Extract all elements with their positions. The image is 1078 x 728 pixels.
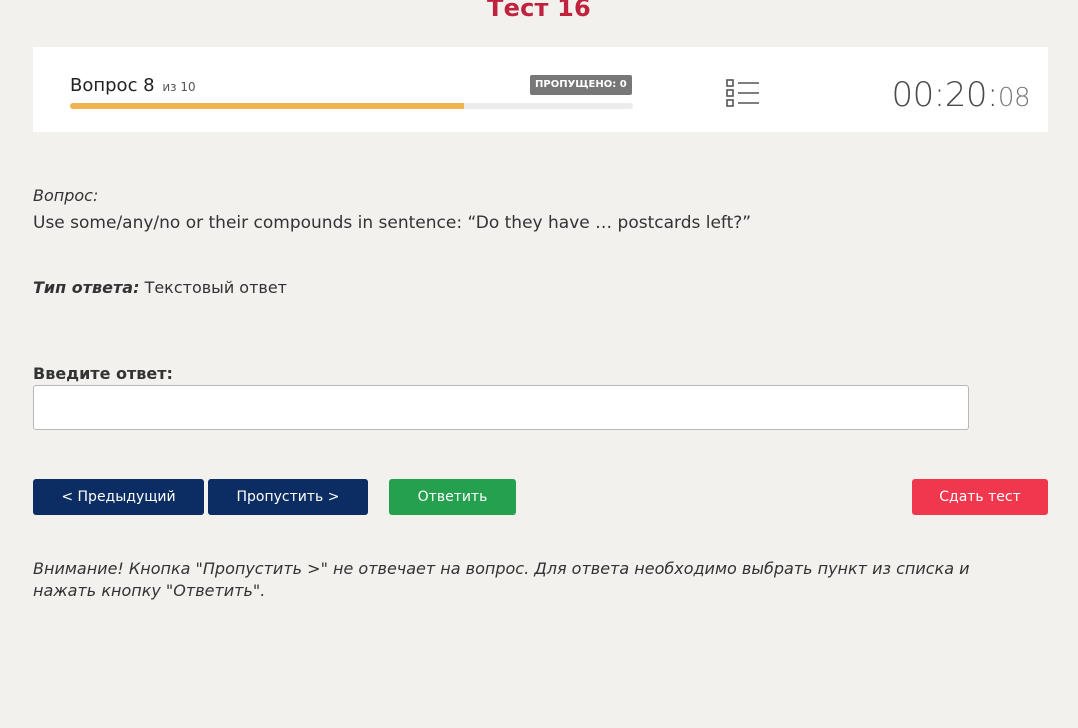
notice-text: Внимание! Кнопка "Пропустить >" не отвеч…	[33, 559, 970, 600]
skip-button[interactable]: Пропустить >	[208, 479, 368, 515]
answer-input-label: Введите ответ:	[33, 364, 173, 383]
timer: 00:20:08	[891, 75, 1030, 115]
question-counter: Вопрос 8 из 10	[70, 75, 196, 96]
skipped-badge: ПРОПУЩЕНО: 0	[530, 75, 632, 95]
answer-input[interactable]	[33, 385, 969, 430]
question-text: Use some/any/no or their compounds in se…	[33, 213, 752, 233]
question-label: Вопрос:	[33, 186, 99, 205]
answer-type-value: Текстовый ответ	[144, 278, 287, 297]
test-title: Тест 16	[487, 0, 591, 22]
answer-button[interactable]: Ответить	[389, 479, 516, 515]
status-panel: Вопрос 8 из 10 ПРОПУЩЕНО: 0 00:20:08	[33, 47, 1048, 132]
answer-type-key: Тип ответа:	[33, 278, 140, 297]
progress-bar	[70, 103, 633, 109]
timer-main: 00:20:	[891, 75, 998, 115]
question-total: из 10	[162, 80, 196, 94]
page: Тест 16 Вопрос 8 из 10 ПРОПУЩЕНО: 0 00:2…	[0, 0, 1078, 728]
question-number: Вопрос 8	[70, 75, 155, 96]
timer-seconds: 08	[997, 83, 1031, 113]
progress-fill	[70, 103, 465, 109]
submit-test-button[interactable]: Сдать тест	[912, 479, 1048, 515]
answer-type: Тип ответа: Текстовый ответ	[33, 278, 287, 297]
list-icon[interactable]	[726, 79, 760, 109]
previous-button[interactable]: < Предыдущий	[33, 479, 204, 515]
